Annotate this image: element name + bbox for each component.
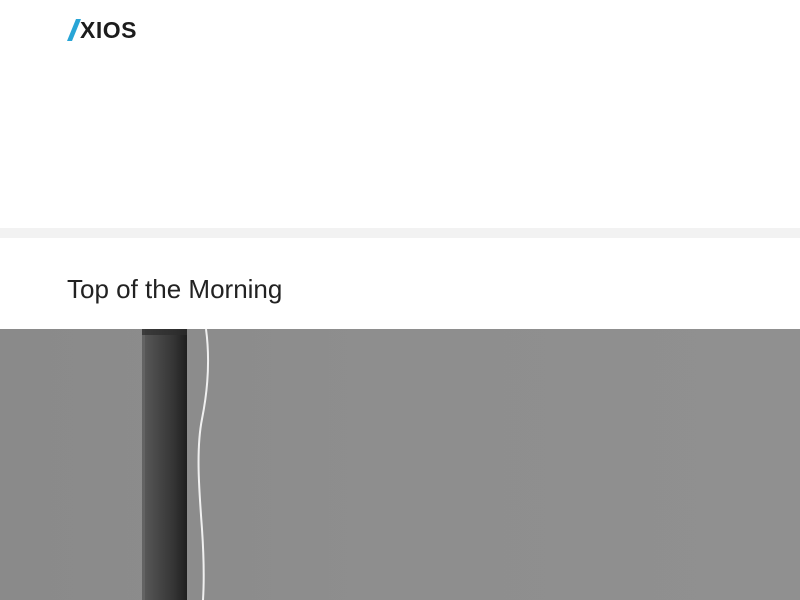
section-divider xyxy=(0,228,800,238)
hero-image xyxy=(0,329,800,600)
logo-text: XIOS xyxy=(80,17,137,43)
newsletter-page: XIOS Top of the Morning xyxy=(0,0,800,600)
pole-with-cable-image xyxy=(0,329,800,600)
header: XIOS xyxy=(0,0,800,228)
pole-shape xyxy=(142,329,187,600)
section-title: Top of the Morning xyxy=(67,274,283,304)
logo-slash-icon xyxy=(67,19,81,41)
axios-logo[interactable]: XIOS xyxy=(67,18,137,42)
